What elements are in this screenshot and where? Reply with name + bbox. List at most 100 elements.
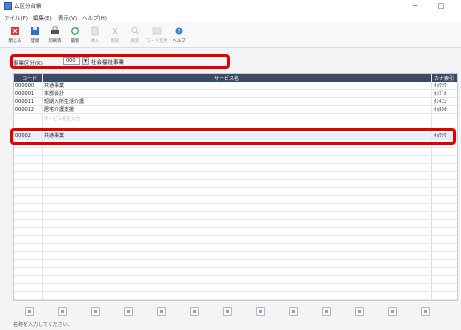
function-key-icon — [160, 310, 163, 313]
code-change-icon — [152, 27, 162, 35]
table-row[interactable]: 000001 本部会計 ﾎﾝﾌﾞｶ — [14, 91, 457, 98]
menu-edit[interactable]: 編集(E) — [33, 14, 52, 22]
empty-row[interactable] — [14, 269, 457, 276]
refresh-button[interactable]: 最新 — [66, 25, 84, 47]
close-button[interactable]: 閉じる — [6, 25, 24, 47]
function-key-button[interactable] — [91, 307, 100, 316]
delete-button[interactable]: 削除 — [106, 25, 124, 47]
service-grid: コード サービス名 カナ索引 000000 共通事業 ｷｮｳﾂｳ 000001 … — [13, 73, 458, 301]
function-key-button[interactable] — [25, 307, 34, 316]
row-code: 000001 — [15, 91, 35, 97]
table-row-selected[interactable]: 00002 共通事業 ｷｮｳﾂｳ — [14, 133, 457, 140]
function-key-icon — [391, 310, 394, 313]
function-key-button[interactable] — [421, 307, 430, 316]
insert-label: 挿入 — [90, 39, 100, 44]
empty-row[interactable] — [14, 205, 457, 212]
empty-row[interactable] — [14, 141, 457, 148]
row-service-name: 共通事業 — [44, 83, 65, 89]
table-row[interactable]: 000011 短期入所生活介護 ﾀﾝｷﾆｭ — [14, 99, 457, 106]
status-message: 名称を入力してください。 — [13, 322, 73, 328]
row-service-name: 居宅介護支援 — [44, 107, 75, 113]
code-change-label: コード変更 — [146, 39, 168, 44]
function-key-button[interactable] — [190, 307, 199, 316]
row-kana: ｷｮﾀｸｶ — [434, 107, 447, 113]
window-title: ム区分台帳 — [14, 4, 42, 10]
minimize-button[interactable]: − — [402, 0, 428, 12]
function-key-icon — [61, 310, 64, 313]
register-button[interactable]: 登録 — [26, 25, 44, 47]
grid-header: コード サービス名 カナ索引 — [14, 74, 457, 82]
app-icon — [4, 2, 12, 10]
business-category-code-field[interactable]: 000 — [63, 57, 80, 65]
function-key-icon — [325, 310, 328, 313]
function-key-icon — [28, 310, 31, 313]
search-label: 検索 — [130, 39, 140, 44]
function-key-button[interactable] — [157, 307, 166, 316]
function-key-icon — [94, 310, 97, 313]
help-button[interactable]: ? ヘルプ — [170, 25, 188, 47]
row-kana: ﾎﾝﾌﾞｶ — [434, 91, 447, 97]
function-key-icon — [292, 310, 295, 313]
function-key-button[interactable] — [388, 307, 397, 316]
row-code: 000012 — [15, 107, 35, 113]
empty-row[interactable] — [14, 229, 457, 236]
row-kana: ｷｮｳﾂｳ — [434, 83, 447, 89]
search-button[interactable]: 検索 — [126, 25, 144, 47]
business-category-dropdown-button[interactable]: ▼ — [82, 57, 89, 65]
row-service-name: 本部会計 — [44, 91, 65, 97]
row-kana: ｷｮｳﾂｳ — [434, 133, 447, 139]
refresh-icon — [71, 27, 79, 35]
function-key-icon — [127, 310, 130, 313]
business-category-name: 社会福祉事業 — [91, 60, 125, 66]
empty-row[interactable] — [14, 157, 457, 164]
table-row[interactable]: 000012 居宅介護支援 ｷｮﾀｸｶ — [14, 107, 457, 114]
empty-row[interactable] — [14, 293, 457, 300]
print-icon — [51, 26, 59, 34]
empty-row[interactable] — [14, 213, 457, 220]
header-code: コード — [22, 76, 38, 82]
delete-label: 削除 — [110, 39, 120, 44]
menu-view[interactable]: 表示(V) — [58, 14, 77, 22]
function-key-icon — [226, 310, 229, 313]
insert-button[interactable]: 挿入 — [86, 25, 104, 47]
empty-row[interactable] — [14, 253, 457, 260]
function-key-button[interactable] — [256, 307, 265, 316]
function-key-button[interactable] — [124, 307, 133, 316]
empty-row[interactable] — [14, 149, 457, 156]
print-button[interactable]: 印刷等 — [46, 25, 64, 47]
toolbar: 閉じる 登録 印刷等 最新 挿入 削除 検索 コード変更 ? ヘルプ — [0, 22, 461, 48]
function-key-button[interactable] — [355, 307, 364, 316]
svg-text:?: ? — [178, 29, 181, 35]
empty-row[interactable] — [14, 165, 457, 172]
empty-row[interactable] — [14, 173, 457, 180]
empty-row[interactable] — [14, 245, 457, 252]
empty-row[interactable] — [14, 285, 457, 292]
function-key-bar — [13, 304, 458, 318]
function-key-button[interactable] — [322, 307, 331, 316]
input-hint: サービス名を入力 — [44, 117, 80, 122]
help-label: ヘルプ — [172, 39, 186, 44]
function-key-icon — [259, 310, 262, 313]
empty-row[interactable] — [14, 189, 457, 196]
menu-help[interactable]: ヘルプ(H) — [82, 14, 107, 22]
empty-row[interactable] — [14, 277, 457, 284]
empty-row[interactable] — [14, 197, 457, 204]
function-key-button[interactable] — [223, 307, 232, 316]
code-change-button[interactable]: コード変更 — [146, 25, 168, 47]
empty-row[interactable] — [14, 237, 457, 244]
empty-row[interactable] — [14, 221, 457, 228]
close-icon — [11, 27, 19, 35]
function-key-button[interactable] — [58, 307, 67, 316]
print-label: 印刷等 — [48, 39, 62, 44]
header-service-name: サービス名 — [214, 76, 240, 82]
empty-row[interactable] — [14, 261, 457, 268]
menu-file[interactable]: ァイル(F) — [4, 14, 28, 22]
function-key-button[interactable] — [289, 307, 298, 316]
row-code: 000011 — [15, 99, 35, 105]
register-label: 登録 — [30, 39, 40, 44]
search-icon — [131, 27, 139, 35]
function-key-icon — [193, 310, 196, 313]
table-row[interactable]: 000000 共通事業 ｷｮｳﾂｳ — [14, 83, 457, 90]
maximize-button[interactable]: □ — [428, 0, 454, 12]
empty-row[interactable] — [14, 181, 457, 188]
